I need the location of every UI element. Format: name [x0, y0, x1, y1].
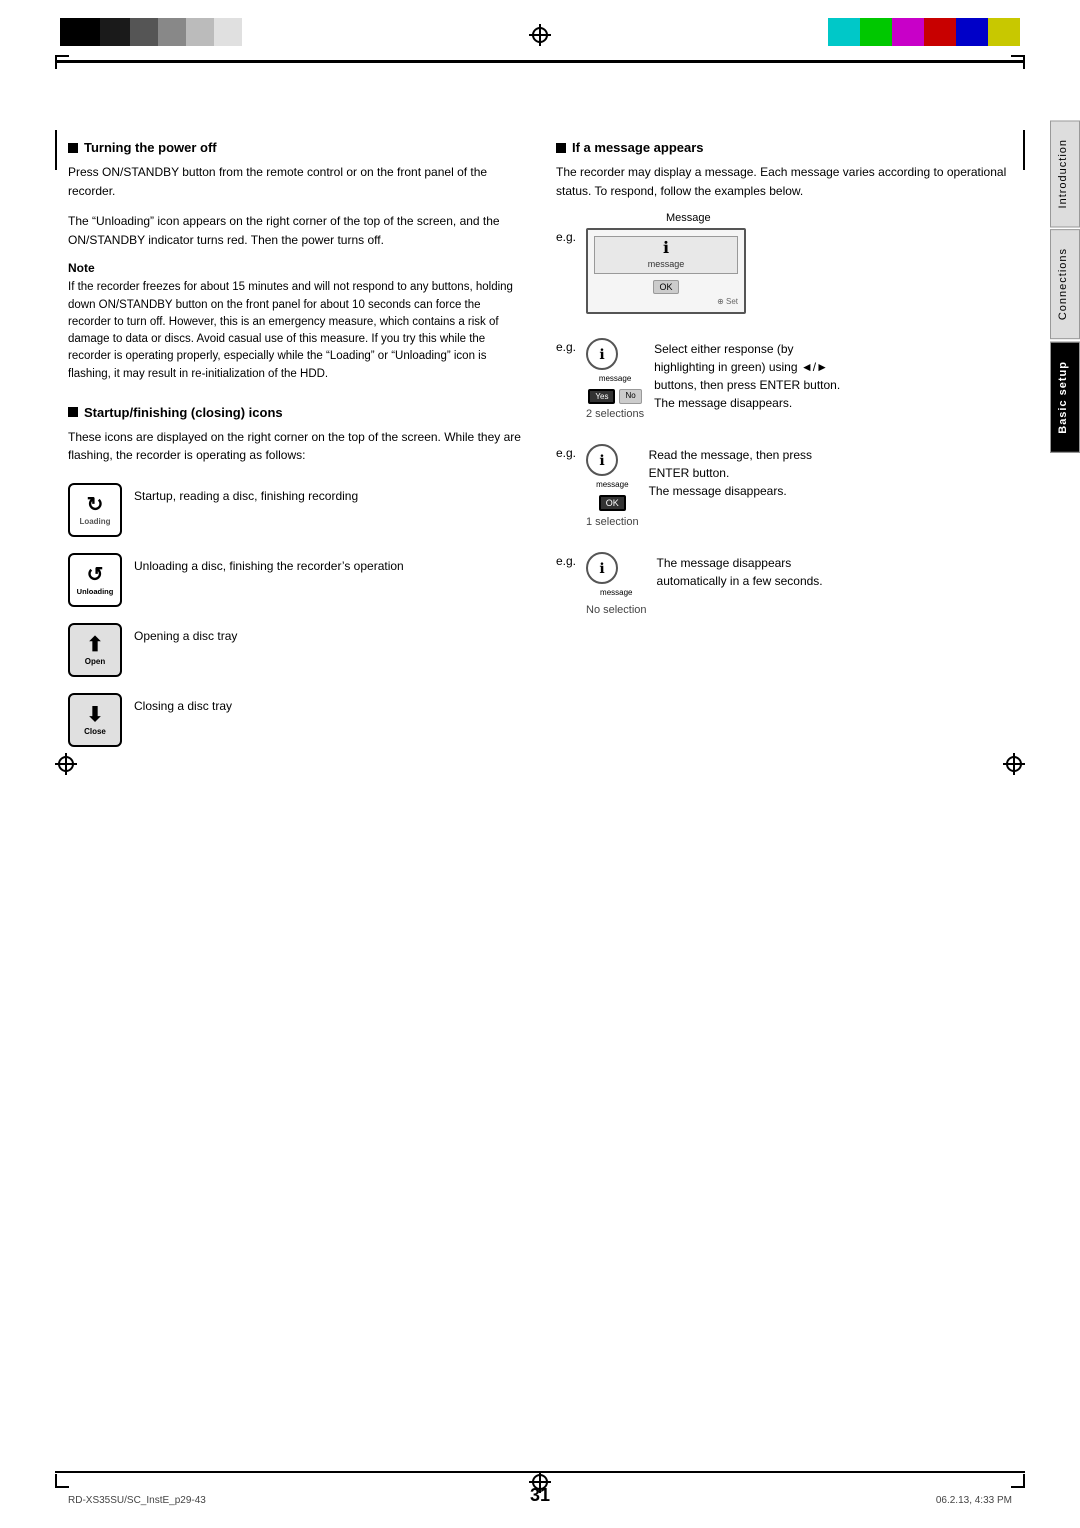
vreg-right — [1023, 130, 1025, 170]
eg3-btn-row: OK — [586, 494, 639, 512]
heading-square — [68, 143, 78, 153]
eg2-info-icon: ℹ — [586, 338, 618, 370]
loading-icon-box: ↻ Loading — [68, 483, 122, 537]
content-columns: Turning the power off Press ON/STANDBY b… — [68, 140, 1012, 763]
eg2-label: e.g. — [556, 338, 578, 354]
eg1-ok-btn: OK — [653, 280, 678, 294]
right-column: If a message appears The recorder may di… — [556, 140, 1012, 763]
eg1-set-label: ⊕ Set — [594, 297, 738, 306]
turning-power-off-heading: Turning the power off — [68, 140, 524, 155]
turning-power-off-body2: The “Unloading” icon appears on the righ… — [68, 212, 524, 249]
left-column: Turning the power off Press ON/STANDBY b… — [68, 140, 524, 763]
startup-icons-heading: Startup/finishing (closing) icons — [68, 405, 524, 420]
top-rule — [55, 60, 1025, 63]
eg2-desc: Select either response (by highlighting … — [654, 338, 854, 412]
loading-label: Loading — [79, 517, 110, 526]
icon-item-unloading: ↺ Un­loading Unloading a disc, finishing… — [68, 553, 524, 607]
eg1-label: e.g. — [556, 228, 578, 244]
main-content: Turning the power off Press ON/STANDBY b… — [68, 120, 1012, 1460]
sidebar-tab-introduction[interactable]: Introduction — [1050, 120, 1080, 227]
open-label: Open — [85, 657, 105, 666]
footer-left: RD-XS35SU/SC_InstE_p29-43 — [68, 1495, 206, 1506]
eg1-screen: ℹ message OK ⊕ Set — [586, 228, 746, 314]
open-desc: Opening a disc tray — [134, 623, 237, 645]
eg4-desc: The message disappears automatically in … — [657, 552, 857, 590]
icon-item-close: ⬇ Close Closing a disc tray — [68, 693, 524, 747]
eg2-btn-row: Yes No — [586, 389, 644, 404]
eg2-selection-label: 2 selections — [586, 408, 644, 420]
footer-right: 06.2.13, 4:33 PM — [936, 1495, 1012, 1506]
eg3-selection-label: 1 selection — [586, 516, 639, 528]
open-icon-box: ⬆ Open — [68, 623, 122, 677]
unloading-icon-box: ↺ Un­loading — [68, 553, 122, 607]
open-arrow: ⬆ — [87, 635, 104, 655]
eg1-btn-row: OK — [594, 278, 738, 295]
eg3-msg-label: message — [586, 480, 639, 489]
vreg-left — [55, 130, 57, 170]
icon-item-open: ⬆ Open Opening a disc tray — [68, 623, 524, 677]
close-desc: Closing a disc tray — [134, 693, 232, 715]
note-text: If the recorder freezes for about 15 min… — [68, 279, 524, 383]
loading-arrow: ↻ — [87, 495, 104, 515]
note-label: Note — [68, 261, 524, 275]
unloading-arrow: ↺ — [87, 565, 104, 585]
corner-mark-tl — [55, 55, 69, 69]
unloading-desc: Unloading a disc, finishing the recorder… — [134, 553, 404, 575]
eg4-selection-label: No selection — [586, 604, 647, 616]
corner-mark-bl — [55, 1474, 69, 1488]
corner-mark-br — [1011, 1474, 1025, 1488]
eg4-label: e.g. — [556, 552, 578, 568]
message-label: Message — [666, 212, 1012, 224]
turning-power-off-body1: Press ON/STANDBY button from the remote … — [68, 163, 524, 200]
eg3-info-icon: ℹ — [586, 444, 618, 476]
if-message-heading: If a message appears — [556, 140, 1012, 155]
icon-item-loading: ↻ Loading Startup, reading a disc, finis… — [68, 483, 524, 537]
eg3-ok-btn: OK — [599, 495, 626, 511]
startup-icons-body: These icons are displayed on the right c… — [68, 428, 524, 465]
eg4-info-icon: ℹ — [586, 552, 618, 584]
eg2-no-btn: No — [619, 389, 641, 404]
close-label: Close — [84, 727, 106, 736]
heading-square2 — [68, 407, 78, 417]
unloading-label: Un­loading — [77, 587, 114, 596]
eg4-msg-label: message — [586, 588, 647, 597]
eg3-desc: Read the message, then press ENTER butto… — [649, 444, 849, 500]
color-bar-top-right — [828, 18, 1020, 46]
close-icon-box: ⬇ Close — [68, 693, 122, 747]
page-number: 31 — [530, 1485, 550, 1506]
heading-square3 — [556, 143, 566, 153]
example-2: e.g. ℹ message Yes No 2 selections — [556, 338, 1012, 420]
eg1-screen-inner: ℹ message — [594, 236, 738, 274]
example-1: e.g. ℹ message OK ⊕ Set — [556, 228, 1012, 314]
example-3: e.g. ℹ message OK 1 selection R — [556, 444, 1012, 528]
close-arrow: ⬇ — [87, 705, 104, 725]
loading-desc: Startup, reading a disc, finishing recor… — [134, 483, 358, 505]
right-sidebar: Introduction Connections Basic setup — [1050, 120, 1080, 452]
eg2-msg-label: message — [586, 374, 644, 383]
if-message-body: The recorder may display a message. Each… — [556, 163, 1012, 200]
corner-mark-tr — [1011, 55, 1025, 69]
example-4: e.g. ℹ message No selection The message … — [556, 552, 1012, 616]
sidebar-tab-basic-setup[interactable]: Basic setup — [1050, 342, 1080, 453]
eg1-msg-text: message — [601, 259, 731, 269]
eg1-info-icon: ℹ — [601, 241, 731, 257]
eg2-yes-btn: Yes — [588, 389, 615, 404]
eg3-label: e.g. — [556, 444, 578, 460]
sidebar-tab-connections[interactable]: Connections — [1050, 229, 1080, 339]
icon-items-list: ↻ Loading Startup, reading a disc, finis… — [68, 483, 524, 747]
crosshair-top-center — [529, 24, 551, 46]
color-bar-top-left — [60, 18, 242, 46]
